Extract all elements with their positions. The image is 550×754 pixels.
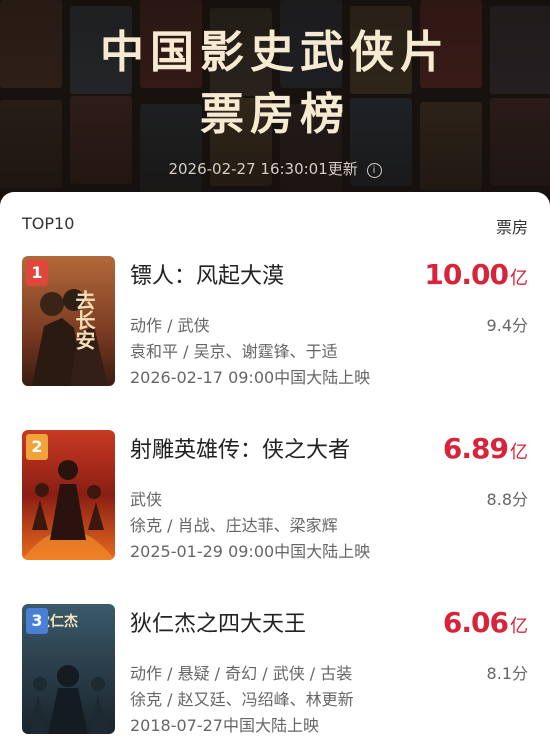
movie-genres: 动作 / 悬疑 / 奇幻 / 武侠 / 古装: [130, 664, 353, 683]
list-item[interactable]: 去长安 1 镖人：风起大漠 10.00 亿 动作 / 武侠 9.4分 袁和平 / …: [22, 256, 528, 388]
box-office-value: 6.89 亿: [442, 432, 528, 465]
movie-cast: 徐克 / 赵又廷、冯绍峰、林更新: [130, 690, 354, 709]
box-office-value: 6.06 亿: [442, 606, 528, 639]
movie-score: 8.1分: [486, 664, 528, 683]
list-header: TOP10 票房: [22, 214, 528, 237]
rank-badge: 2: [26, 434, 48, 460]
update-timestamp: 2026-02-27 16:30:01更新: [168, 160, 358, 178]
movie-poster[interactable]: 去长安 1: [22, 256, 115, 386]
page-title-line2: 票房榜: [200, 89, 350, 140]
list-item[interactable]: 2 射雕英雄传：侠之大者 6.89 亿 武侠 8.8分 徐克 / 肖战、庄达菲、梁…: [22, 430, 528, 562]
movie-poster[interactable]: 狄仁杰 3: [22, 604, 115, 734]
movie-release: 2025-01-29 09:00中国大陆上映: [130, 542, 371, 561]
rank-badge: 1: [26, 260, 48, 286]
list-item[interactable]: 狄仁杰 3 狄仁杰之四大天王 6.06 亿 动作 / 悬疑 / 奇幻 / 武侠 /…: [22, 604, 528, 736]
box-office-value: 10.00 亿: [424, 258, 528, 291]
movie-genres: 动作 / 武侠: [130, 316, 210, 335]
movie-cast: 袁和平 / 吴京、谢霆锋、于适: [130, 342, 338, 361]
rank-badge: 3: [26, 608, 48, 634]
list-header-gross: 票房: [495, 218, 528, 237]
hero-banner: 中国影史武侠片 票房榜 2026-02-27 16:30:01更新 i: [0, 0, 550, 200]
svg-text:去长安: 去长安: [72, 289, 96, 351]
movie-release: 2018-07-27中国大陆上映: [130, 716, 319, 735]
update-timestamp-row[interactable]: 2026-02-27 16:30:01更新 i: [0, 158, 550, 179]
info-icon[interactable]: i: [366, 163, 382, 178]
movie-score: 8.8分: [486, 490, 528, 509]
list-header-top10: TOP10: [22, 214, 75, 233]
ranking-list-card: TOP10 票房 去长安 1 镖人：风起大漠 10.00 亿 动作 / 武侠 9…: [0, 192, 550, 754]
movie-cast: 徐克 / 肖战、庄达菲、梁家辉: [130, 516, 338, 535]
movie-title[interactable]: 射雕英雄传：侠之大者: [130, 432, 350, 464]
movie-score: 9.4分: [486, 316, 528, 335]
movie-title[interactable]: 镖人：风起大漠: [130, 258, 284, 290]
movie-poster[interactable]: 2: [22, 430, 115, 560]
movie-title[interactable]: 狄仁杰之四大天王: [130, 606, 306, 638]
movie-genres: 武侠: [130, 490, 163, 509]
movie-release: 2026-02-17 09:00中国大陆上映: [130, 368, 371, 387]
page-title-line1: 中国影史武侠片: [100, 27, 450, 78]
